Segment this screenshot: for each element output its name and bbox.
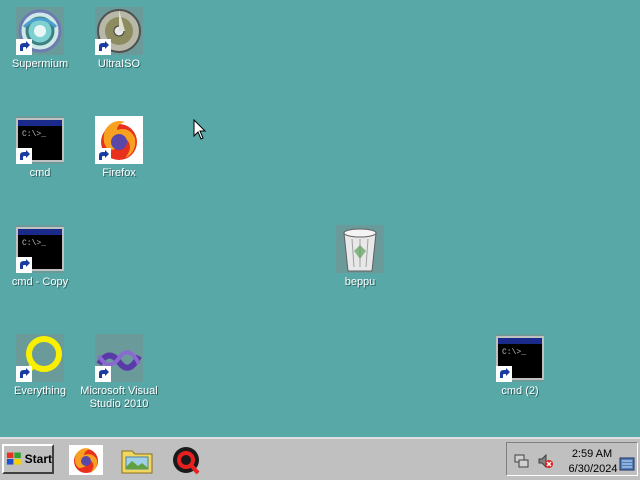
shortcut-arrow-icon	[16, 257, 32, 273]
desktop-icon-visual-studio[interactable]: Microsoft Visual Studio 2010	[79, 334, 159, 411]
visual-studio-icon	[95, 334, 143, 382]
desktop[interactable]: Supermium UltraISO C:\>_ cmd Firefox C:\…	[0, 0, 640, 437]
recycle-bin-icon	[336, 225, 384, 273]
keyboard-icon[interactable]	[619, 457, 635, 471]
desktop-icon-label: cmd - Copy	[11, 276, 69, 288]
firefox-icon	[69, 445, 103, 475]
windows-logo-icon	[6, 452, 21, 465]
everything-icon	[16, 334, 64, 382]
svg-text:C:\>_: C:\>_	[22, 130, 46, 139]
folder-icon	[121, 450, 153, 474]
desktop-icon-label: Microsoft Visual Studio 2010	[80, 385, 158, 410]
start-label: Start	[24, 452, 52, 466]
desktop-icon-cmd[interactable]: C:\>_ cmd	[0, 116, 80, 180]
svg-text:C:\>_: C:\>_	[502, 348, 526, 357]
quicktime-icon	[173, 447, 200, 475]
desktop-icon-supermium[interactable]: Supermium	[0, 7, 80, 71]
shortcut-arrow-icon	[496, 366, 512, 382]
ultraiso-icon	[95, 7, 143, 55]
desktop-icon-beppu[interactable]: beppu	[320, 225, 400, 289]
desktop-icon-label: UltraISO	[97, 58, 141, 70]
desktop-icon-label: Everything	[14, 385, 66, 397]
clock-date[interactable]: 6/30/2024	[563, 463, 623, 475]
desktop-icon-label: cmd (2)	[501, 385, 539, 397]
quicklaunch-explorer[interactable]	[120, 445, 154, 475]
shortcut-arrow-icon	[16, 39, 32, 55]
desktop-icon-label: beppu	[344, 276, 376, 288]
quicklaunch-quicktime[interactable]	[170, 445, 204, 475]
quicklaunch-firefox[interactable]	[69, 445, 103, 475]
desktop-icon-cmd-2[interactable]: C:\>_ cmd (2)	[480, 334, 560, 398]
desktop-icon-everything[interactable]: Everything	[0, 334, 80, 398]
desktop-icon-ultraiso[interactable]: UltraISO	[79, 7, 159, 71]
start-button[interactable]: Start	[2, 444, 54, 474]
desktop-icon-label: cmd	[29, 167, 51, 179]
network-icon[interactable]	[513, 453, 529, 469]
desktop-icon-label: Supermium	[11, 58, 69, 70]
supermium-icon	[16, 7, 64, 55]
svg-text:C:\>_: C:\>_	[22, 239, 46, 248]
cmd-icon: C:\>_	[496, 334, 544, 382]
cmd-icon: C:\>_	[16, 225, 64, 273]
volume-muted-icon[interactable]	[537, 453, 553, 469]
desktop-icon-cmd-copy[interactable]: C:\>_ cmd - Copy	[0, 225, 80, 289]
shortcut-arrow-icon	[16, 148, 32, 164]
firefox-icon	[95, 116, 143, 164]
taskbar: Start 2:59 AM 6/30/2024	[0, 437, 640, 480]
desktop-icon-firefox[interactable]: Firefox	[79, 116, 159, 180]
shortcut-arrow-icon	[16, 366, 32, 382]
mouse-cursor-icon	[193, 119, 207, 140]
system-tray: 2:59 AM 6/30/2024	[506, 442, 638, 476]
clock-time[interactable]: 2:59 AM	[567, 448, 617, 460]
desktop-icon-label: Firefox	[102, 167, 136, 179]
shortcut-arrow-icon	[95, 366, 111, 382]
shortcut-arrow-icon	[95, 39, 111, 55]
cmd-icon: C:\>_	[16, 116, 64, 164]
shortcut-arrow-icon	[95, 148, 111, 164]
